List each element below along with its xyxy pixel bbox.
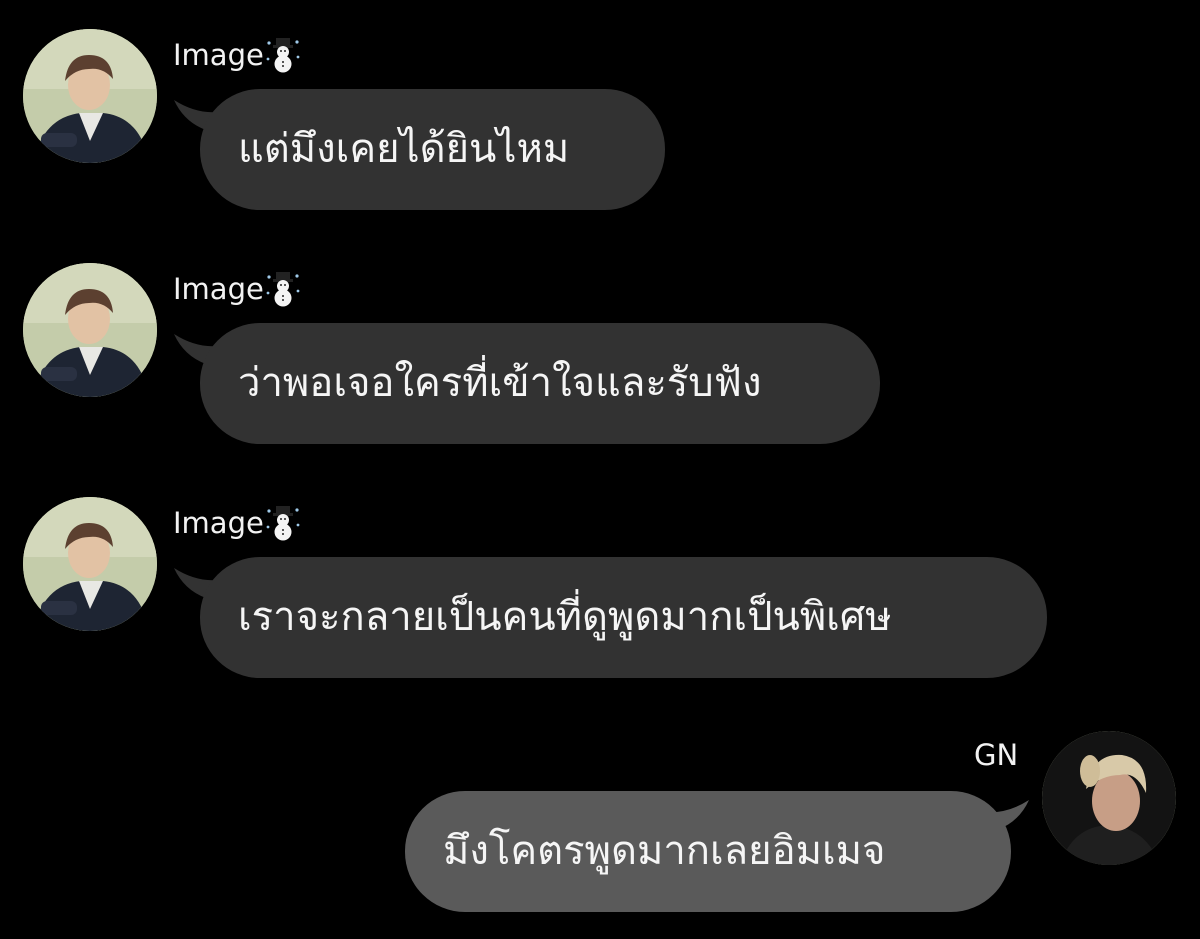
sender-name-text: Image: [173, 272, 264, 306]
message-text: แต่มึงเคยได้ยินไหม: [238, 126, 570, 172]
sender-name-text: GN: [974, 738, 1019, 772]
sender-name: Image: [173, 269, 300, 307]
snowman-icon: [266, 505, 300, 541]
sender-name: Image: [173, 35, 300, 73]
avatar[interactable]: [23, 263, 157, 397]
message-bubble[interactable]: เราจะกลายเป็นคนที่ดูพูดมากเป็นพิเศษ: [200, 557, 1047, 678]
avatar-photo: [23, 497, 157, 631]
message-bubble[interactable]: มึงโคตรพูดมากเลยอิมเมจ: [405, 791, 1011, 912]
sender-name-text: Image: [173, 506, 264, 540]
avatar[interactable]: [23, 29, 157, 163]
avatar[interactable]: [23, 497, 157, 631]
message-bubble[interactable]: แต่มึงเคยได้ยินไหม: [200, 89, 665, 210]
sender-name: Image: [173, 503, 300, 541]
snowman-icon: [266, 271, 300, 307]
avatar-photo: [1042, 731, 1176, 865]
message-text: ว่าพอเจอใครที่เข้าใจและรับฟัง: [238, 360, 762, 406]
message-text: เราจะกลายเป็นคนที่ดูพูดมากเป็นพิเศษ: [238, 594, 892, 640]
avatar[interactable]: [1042, 731, 1176, 865]
message-bubble[interactable]: ว่าพอเจอใครที่เข้าใจและรับฟัง: [200, 323, 880, 444]
avatar-photo: [23, 263, 157, 397]
avatar-photo: [23, 29, 157, 163]
sender-name: GN: [974, 735, 1018, 773]
message-text: มึงโคตรพูดมากเลยอิมเมจ: [443, 828, 886, 874]
snowman-icon: [266, 37, 300, 73]
sender-name-text: Image: [173, 38, 264, 72]
